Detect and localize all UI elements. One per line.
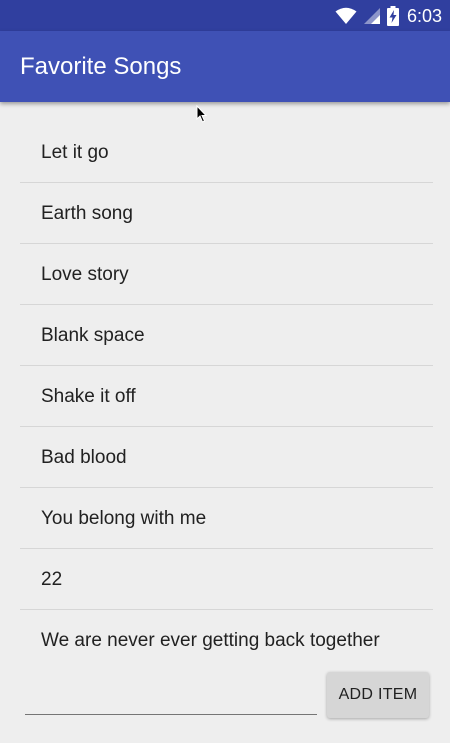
battery-charging-icon <box>386 6 399 26</box>
new-item-input[interactable] <box>25 672 317 715</box>
list-item[interactable]: Shake it off <box>20 366 433 427</box>
add-item-button[interactable]: ADD ITEM <box>327 672 429 718</box>
list-item[interactable]: Earth song <box>20 183 433 244</box>
song-label: Earth song <box>41 203 133 224</box>
song-label: Let it go <box>41 142 109 163</box>
status-icons: 6:03 <box>335 4 442 28</box>
list-item[interactable]: 22 <box>20 549 433 610</box>
wifi-icon <box>335 7 357 24</box>
status-time: 6:03 <box>406 5 442 26</box>
status-bar: 6:03 <box>0 0 450 31</box>
list-item[interactable]: We are never ever getting back together <box>20 610 433 671</box>
song-label: We are never ever getting back together <box>41 630 380 651</box>
song-label: Bad blood <box>41 447 127 468</box>
input-row: ADD ITEM <box>25 672 429 718</box>
song-label: Love story <box>41 264 129 285</box>
app-bar: Favorite Songs <box>0 31 450 102</box>
list-item[interactable]: You belong with me <box>20 488 433 549</box>
mouse-pointer-icon <box>196 105 208 123</box>
app-title: Favorite Songs <box>20 53 182 80</box>
song-label: Blank space <box>41 325 145 346</box>
list-item[interactable]: Let it go <box>20 122 433 183</box>
signal-icon <box>363 8 380 24</box>
song-label: You belong with me <box>41 508 207 529</box>
song-list: Let it go Earth song Love story Blank sp… <box>20 122 433 671</box>
list-item[interactable]: Love story <box>20 244 433 305</box>
list-item[interactable]: Bad blood <box>20 427 433 488</box>
song-label: Shake it off <box>41 386 136 407</box>
song-label: 22 <box>41 569 63 590</box>
list-item[interactable]: Blank space <box>20 305 433 366</box>
